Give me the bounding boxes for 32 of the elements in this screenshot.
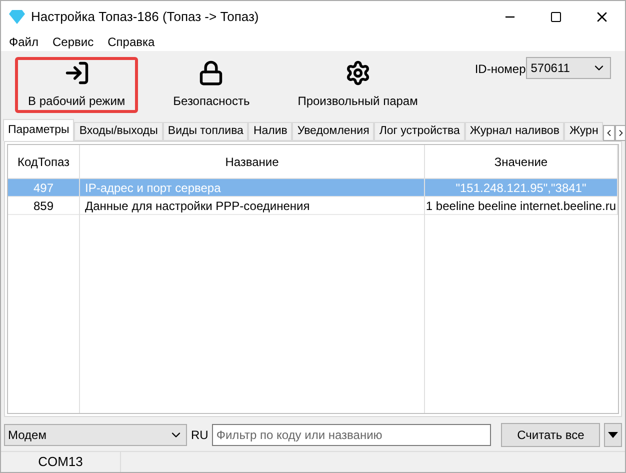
tab[interactable]: Виды топлива (162, 122, 248, 142)
caret-icon (608, 432, 618, 438)
window-title: Настройка Топаз-186 (Топаз -> Топаз) (31, 8, 260, 26)
language-indicator: RU (191, 426, 208, 444)
tab-scroll-left[interactable] (603, 125, 616, 142)
column-header[interactable]: Значение (425, 145, 618, 178)
toolbar-button[interactable]: В рабочий режим (15, 57, 138, 113)
tab[interactable]: Входы/выходы (74, 122, 163, 142)
id-label: ID-номер (474, 61, 526, 78)
maximize-icon (550, 11, 562, 23)
menu-item[interactable]: Сервис (52, 33, 94, 51)
toolbar-button[interactable]: Безопасность (160, 57, 263, 113)
tab[interactable]: Лог устройства (374, 122, 465, 142)
dropdown-button[interactable] (604, 422, 622, 447)
status-text: COM13 (1, 452, 121, 472)
tab[interactable]: Налив (248, 122, 292, 142)
menu-item[interactable]: Файл (9, 33, 39, 51)
mode-dropdown[interactable]: Модем (4, 424, 188, 446)
column-header[interactable]: КодТопаз (8, 145, 80, 178)
tab[interactable]: Журн (564, 122, 604, 142)
tab[interactable]: Журнал наливов (464, 122, 564, 142)
toolbar-button[interactable]: Произвольный парам (284, 57, 431, 113)
diamond-icon (9, 10, 25, 24)
tab[interactable]: Уведомления (292, 122, 374, 142)
menu-item[interactable]: Справка (108, 33, 155, 51)
column-header[interactable]: Название (80, 145, 425, 178)
id-dropdown[interactable]: 570611 (526, 57, 611, 79)
table-row[interactable]: 859 Данные для настройки PPP-соединения 1 beeline beeline internet.beeline.ru (8, 197, 618, 216)
read-all-button[interactable]: Считать все (501, 422, 600, 447)
filter-field[interactable]: Фильтр по коду или названию (212, 424, 492, 446)
tab-scroll-right[interactable] (615, 125, 625, 142)
tab[interactable]: Параметры (3, 119, 74, 142)
